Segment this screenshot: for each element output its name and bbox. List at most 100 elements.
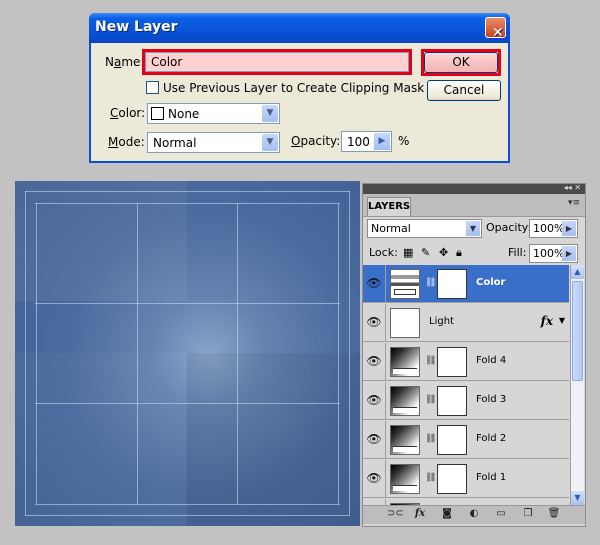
layer-row-fold-4[interactable]: 👁︎ ⛓︎ Fold 4 <box>363 343 569 381</box>
mode-label: Mode: <box>108 135 145 149</box>
chain-icon[interactable]: ⛓︎ <box>425 472 436 484</box>
chevron-down-icon[interactable]: ▼ <box>559 316 565 325</box>
chain-icon[interactable]: ⛓︎ <box>425 277 436 289</box>
guide-line <box>338 203 339 504</box>
mask-thumbnail[interactable] <box>437 464 467 494</box>
chain-icon[interactable]: ⛓︎ <box>425 355 436 367</box>
mode-select-value: Normal <box>153 136 197 150</box>
adjustment-thumbnail <box>390 269 420 299</box>
ok-button[interactable]: OK <box>424 52 498 73</box>
layer-name: Light <box>429 316 454 327</box>
gradient-thumbnail <box>390 425 420 455</box>
scroll-down-icon[interactable]: ▼ <box>571 491 584 505</box>
color-label: Color: <box>110 106 146 120</box>
opacity-value: 100 <box>347 135 370 149</box>
lock-all-icon[interactable]: 🔒︎ <box>456 246 462 260</box>
tab-layers[interactable]: LAYERS <box>367 197 411 216</box>
canvas-fold-shade <box>187 353 360 526</box>
mode-select[interactable]: Normal ▼ <box>147 132 280 153</box>
name-field-highlight <box>142 49 412 75</box>
layer-row-light[interactable]: 👁︎ Light fx ▼ <box>363 304 569 342</box>
collapse-icon[interactable]: ◂◂ ✕ <box>564 183 581 192</box>
color-select-value: None <box>168 107 200 121</box>
guide-line <box>25 191 26 516</box>
layer-row-fold-2[interactable]: 👁︎ ⛓︎ Fold 2 <box>363 421 569 459</box>
layers-panel: ◂◂ ✕ LAYERS ▾≡ Normal ▼ Opacity: 100% ▶ … <box>362 183 586 527</box>
mask-thumbnail[interactable] <box>437 269 467 299</box>
gradient-thumbnail <box>390 464 420 494</box>
adjustment-icon[interactable]: ◐ <box>467 507 481 521</box>
chain-icon[interactable]: ⛓︎ <box>425 433 436 445</box>
scroll-up-icon[interactable]: ▲ <box>571 265 584 279</box>
row-divider <box>385 304 386 342</box>
color-select[interactable]: None ▼ <box>147 103 280 124</box>
chevron-down-icon: ▼ <box>466 221 480 236</box>
layer-name: Color <box>476 277 506 288</box>
fx-icon[interactable]: fx <box>413 507 427 521</box>
slider-arrow-icon[interactable]: ▶ <box>374 133 390 150</box>
guide-line <box>349 191 350 516</box>
row-divider <box>385 382 386 420</box>
row-divider <box>385 460 386 498</box>
eye-icon[interactable]: 👁︎ <box>366 470 382 486</box>
blend-mode-select[interactable]: Normal ▼ <box>367 219 482 238</box>
opacity-label: Opacity: <box>291 134 341 148</box>
guide-line <box>35 303 340 304</box>
opacity-input[interactable]: 100 ▶ <box>341 131 392 152</box>
document-canvas[interactable] <box>15 181 360 526</box>
eye-icon[interactable]: 👁︎ <box>366 275 382 291</box>
chevron-down-icon: ▼ <box>262 134 278 151</box>
panel-opacity-label: Opacity: <box>486 221 532 234</box>
guide-line <box>36 203 37 504</box>
ok-highlight: OK <box>421 49 501 76</box>
fill-input[interactable]: 100% ▶ <box>529 244 578 263</box>
trash-icon[interactable]: 🗑︎ <box>547 507 561 521</box>
panel-opacity-input[interactable]: 100% ▶ <box>529 219 578 238</box>
panel-menu-icon[interactable]: ▾≡ <box>568 198 580 208</box>
lock-transparency-icon[interactable]: ▦ <box>403 246 413 259</box>
row-divider <box>385 265 386 303</box>
panel-opacity-value: 100% <box>533 222 565 235</box>
new-layer-icon[interactable]: ❐ <box>521 507 535 521</box>
chain-icon[interactable]: ⛓︎ <box>425 394 436 406</box>
color-swatch <box>151 107 164 120</box>
clipping-mask-label: Use Previous Layer to Create Clipping Ma… <box>163 81 425 95</box>
panel-collapse-bar[interactable]: ◂◂ ✕ <box>363 183 585 194</box>
layer-row-fold-1[interactable]: 👁︎ ⛓︎ Fold 1 <box>363 460 569 498</box>
layer-name: Fold 1 <box>476 472 507 483</box>
link-layers-icon[interactable]: ⊃⊂ <box>387 507 404 521</box>
eye-icon[interactable]: 👁︎ <box>366 314 382 330</box>
guide-line <box>35 203 340 204</box>
guide-line <box>25 191 350 192</box>
gradient-thumbnail <box>390 347 420 377</box>
guide-line <box>35 403 340 404</box>
close-icon: ✕ <box>492 25 504 41</box>
fx-icon[interactable]: fx <box>541 314 553 328</box>
mask-thumbnail[interactable] <box>437 386 467 416</box>
guide-line <box>35 504 340 505</box>
gradient-thumbnail <box>390 386 420 416</box>
layers-scrollbar[interactable]: ▲ ▼ <box>570 265 584 505</box>
slider-arrow-icon[interactable]: ▶ <box>562 221 576 236</box>
folder-icon[interactable]: ▭ <box>494 507 508 521</box>
scrollbar-thumb[interactable] <box>572 281 583 381</box>
lock-move-icon[interactable]: ✥ <box>439 246 448 259</box>
eye-icon[interactable]: 👁︎ <box>366 353 382 369</box>
layer-row-color[interactable]: 👁︎ ⛓︎ Color <box>363 265 569 303</box>
cancel-button[interactable]: Cancel <box>427 80 501 101</box>
slider-arrow-icon[interactable]: ▶ <box>562 246 576 261</box>
clipping-mask-checkbox[interactable] <box>146 81 159 94</box>
lock-brush-icon[interactable]: ✎ <box>421 246 430 259</box>
name-input[interactable] <box>145 52 409 72</box>
close-button[interactable]: ✕ <box>485 17 506 41</box>
eye-icon[interactable]: 👁︎ <box>366 392 382 408</box>
panel-tab-row: LAYERS ▾≡ <box>363 194 585 217</box>
dialog-titlebar[interactable]: New Layer ✕ <box>89 13 510 43</box>
eye-icon[interactable]: 👁︎ <box>366 431 382 447</box>
mask-thumbnail[interactable] <box>437 347 467 377</box>
guide-line <box>25 515 350 516</box>
add-mask-icon[interactable]: ◙ <box>440 507 454 521</box>
fill-value: 100% <box>533 247 565 260</box>
mask-thumbnail[interactable] <box>437 425 467 455</box>
layer-row-fold-3[interactable]: 👁︎ ⛓︎ Fold 3 <box>363 382 569 420</box>
